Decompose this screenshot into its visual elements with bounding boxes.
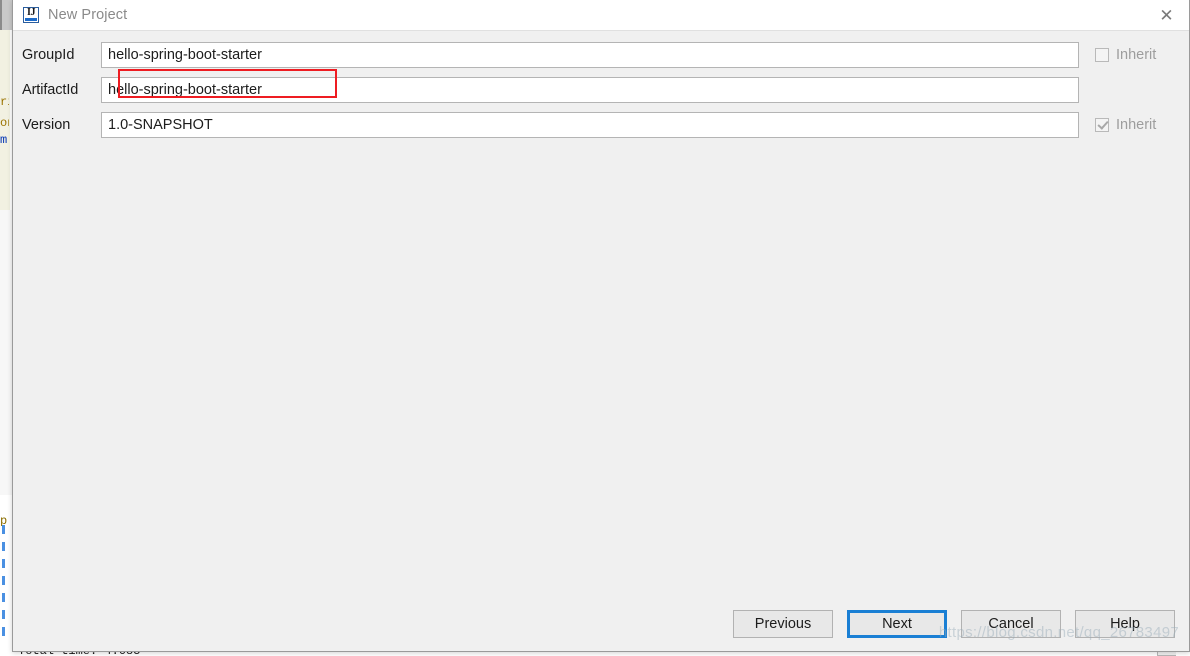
previous-button[interactable]: Previous bbox=[733, 610, 833, 638]
background-toolbar-strip bbox=[0, 0, 12, 30]
close-icon[interactable]: ✕ bbox=[1144, 0, 1189, 31]
artifactid-label: ArtifactId bbox=[22, 82, 79, 98]
new-project-dialog: New Project ✕ GroupId Inherit ArtifactId… bbox=[12, 0, 1190, 652]
dialog-titlebar: New Project ✕ bbox=[13, 0, 1189, 31]
groupid-input[interactable] bbox=[101, 42, 1079, 68]
groupid-inherit-checkbox[interactable] bbox=[1095, 48, 1109, 62]
background-code-fragment: on bbox=[0, 117, 9, 128]
background-code-fragment: ri bbox=[0, 96, 9, 107]
background-code-fragment: m bbox=[0, 134, 8, 145]
cancel-button[interactable]: Cancel bbox=[961, 610, 1061, 638]
background-indent-guide bbox=[2, 525, 5, 643]
form-row-artifactid: ArtifactId bbox=[13, 77, 1189, 103]
next-button[interactable]: Next bbox=[847, 610, 947, 638]
dialog-body: GroupId Inherit ArtifactId Version Inher… bbox=[13, 31, 1189, 651]
artifactid-input[interactable] bbox=[101, 77, 1079, 103]
version-inherit-checkbox[interactable] bbox=[1095, 118, 1109, 132]
form-row-version: Version Inherit bbox=[13, 112, 1189, 138]
version-inherit-label: Inherit bbox=[1116, 117, 1157, 133]
version-label: Version bbox=[22, 117, 71, 133]
version-inherit-group[interactable]: Inherit bbox=[1095, 117, 1156, 133]
intellij-idea-icon bbox=[23, 7, 39, 23]
version-input[interactable] bbox=[101, 112, 1079, 138]
help-button[interactable]: Help bbox=[1075, 610, 1175, 638]
groupid-inherit-group[interactable]: Inherit bbox=[1095, 47, 1156, 63]
dialog-button-bar: Previous Next Cancel Help bbox=[733, 610, 1175, 638]
form-row-groupid: GroupId Inherit bbox=[13, 42, 1189, 68]
dialog-title: New Project bbox=[48, 7, 128, 23]
groupid-inherit-label: Inherit bbox=[1116, 47, 1157, 63]
groupid-label: GroupId bbox=[22, 47, 75, 63]
